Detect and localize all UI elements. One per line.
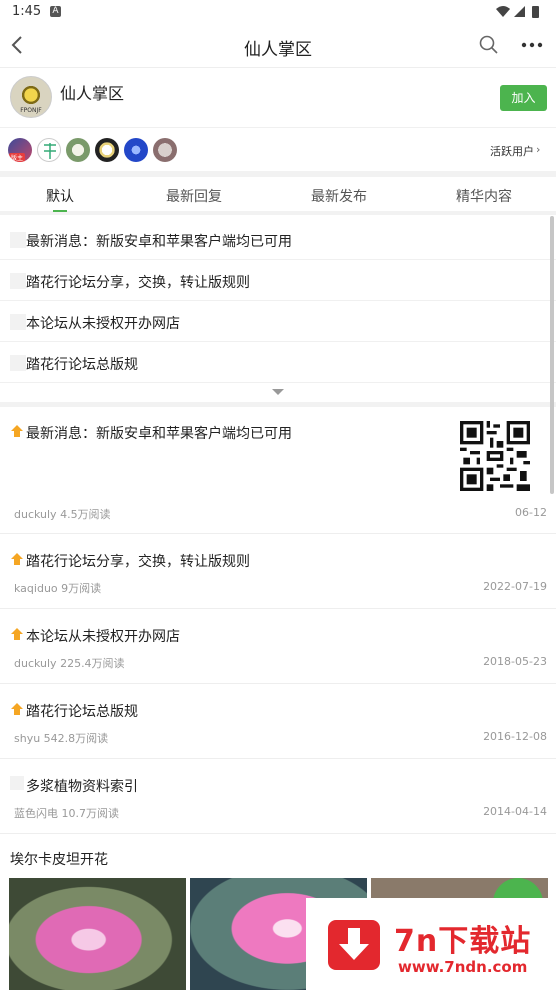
avatar[interactable] (95, 138, 119, 162)
pinned-item[interactable]: 踏花行论坛总版规 (0, 342, 556, 383)
pin-top-icon (11, 628, 23, 640)
thread-date: 2018-05-23 (483, 655, 547, 668)
thread-icon (10, 776, 24, 790)
pin-top-icon (11, 553, 23, 565)
tab-featured[interactable]: 精华内容 (456, 186, 512, 206)
thread-title: 多浆植物资料索引 (26, 779, 138, 795)
pin-top-icon (11, 703, 23, 715)
pinned-item[interactable]: 本论坛从未授权开办网店 (0, 301, 556, 342)
thread-meta: kaqiduo 9万阅读 (14, 582, 102, 595)
tab-bar: 默认 最新回复 最新发布 精华内容 (0, 177, 556, 215)
thread-meta: 蓝色闪电 10.7万阅读 (14, 807, 119, 820)
pinned-icon (10, 355, 26, 371)
active-tab-indicator (53, 210, 67, 212)
more-icon[interactable] (521, 42, 543, 48)
thread-item[interactable]: 多浆植物资料索引 蓝色闪电 10.7万阅读 2014-04-14 (0, 759, 556, 834)
forum-logo: FPONJF (10, 76, 52, 118)
search-icon[interactable] (478, 34, 500, 56)
watermark-logo: 7n下载站 www.7ndn.com (306, 898, 556, 990)
download-icon (328, 920, 380, 970)
pinned-item[interactable]: 最新消息：新版安卓和苹果客户端均已可用 (0, 219, 556, 260)
join-button[interactable]: 加入 (500, 85, 547, 111)
expand-toggle[interactable] (0, 383, 556, 403)
thread-item[interactable]: 本论坛从未授权开办网店 duckuly 225.4万阅读 2018-05-23 (0, 609, 556, 684)
thread-item[interactable]: 最新消息：新版安卓和苹果客户端均已可用 duckuly 4.5万阅读 06-12 (0, 407, 556, 534)
pinned-title: 踏花行论坛总版规 (26, 357, 138, 373)
pinned-list: 最新消息：新版安卓和苹果客户端均已可用 踏花行论坛分享，交换，转让版规则 本论坛… (0, 219, 556, 383)
section-title: 埃尔卡皮坦开花 (10, 852, 108, 868)
tab-default[interactable]: 默认 (46, 186, 74, 206)
chevron-right-icon: › (536, 143, 541, 156)
moderator-badge: 版主 (9, 153, 26, 162)
pinned-icon (10, 273, 26, 289)
tab-latest-reply[interactable]: 最新回复 (166, 186, 222, 206)
forum-name: 仙人掌区 (60, 84, 125, 103)
avatar[interactable] (153, 138, 177, 162)
pinned-icon (10, 232, 26, 248)
thread-item[interactable]: 踏花行论坛总版规 shyu 542.8万阅读 2016-12-08 (0, 684, 556, 759)
thread-date: 2022-07-19 (483, 580, 547, 593)
thread-meta: duckuly 4.5万阅读 (14, 508, 111, 521)
thread-title: 最新消息：新版安卓和苹果客户端均已可用 (26, 426, 292, 442)
thread-date: 2016-12-08 (483, 730, 547, 743)
cactus-flower-photo[interactable] (9, 878, 186, 990)
active-users-label: 活跃用户 (490, 145, 534, 158)
pinned-icon (10, 314, 26, 330)
app-screen: 1:45 A 仙人掌区 FPONJF 仙人掌区 加入 版主 活跃用户 › 默认 … (0, 0, 556, 990)
pinned-title: 本论坛从未授权开办网店 (26, 316, 180, 332)
avatar[interactable] (66, 138, 90, 162)
thread-title: 本论坛从未授权开办网店 (26, 629, 180, 645)
forum-info: FPONJF 仙人掌区 加入 (0, 68, 556, 128)
avatar[interactable] (37, 138, 61, 162)
page-title: 仙人掌区 (244, 40, 312, 60)
avatar-list: 版主 (8, 138, 182, 162)
caret-down-icon (272, 389, 284, 395)
top-nav: 仙人掌区 (0, 24, 556, 68)
status-time: 1:45 (12, 4, 42, 19)
forum-logo-text: FPONJF (20, 107, 42, 114)
active-users-bar[interactable]: 版主 活跃用户 › (0, 129, 556, 177)
pinned-title: 最新消息：新版安卓和苹果客户端均已可用 (26, 234, 292, 250)
pin-top-icon (11, 425, 23, 437)
thread-title: 踏花行论坛分享，交换，转让版规则 (26, 554, 250, 570)
qr-code-image (460, 421, 530, 491)
pinned-title: 踏花行论坛分享，交换，转让版规则 (26, 275, 250, 291)
pinned-item[interactable]: 踏花行论坛分享，交换，转让版规则 (0, 260, 556, 301)
notification-icon: A (50, 6, 61, 17)
thread-title: 踏花行论坛总版规 (26, 704, 138, 720)
signal-battery-icon (496, 6, 539, 18)
watermark-brand: 7n下载站 (394, 924, 532, 959)
avatar[interactable]: 版主 (8, 138, 32, 162)
thread-date: 06-12 (515, 506, 547, 519)
thread-meta: shyu 542.8万阅读 (14, 732, 109, 745)
status-bar: 1:45 A (0, 0, 556, 24)
watermark-url: www.7ndn.com (398, 958, 528, 976)
avatar[interactable] (124, 138, 148, 162)
thread-date: 2014-04-14 (483, 805, 547, 818)
thread-meta: duckuly 225.4万阅读 (14, 657, 125, 670)
thread-item[interactable]: 踏花行论坛分享，交换，转让版规则 kaqiduo 9万阅读 2022-07-19 (0, 534, 556, 609)
tab-latest-post[interactable]: 最新发布 (311, 186, 367, 206)
